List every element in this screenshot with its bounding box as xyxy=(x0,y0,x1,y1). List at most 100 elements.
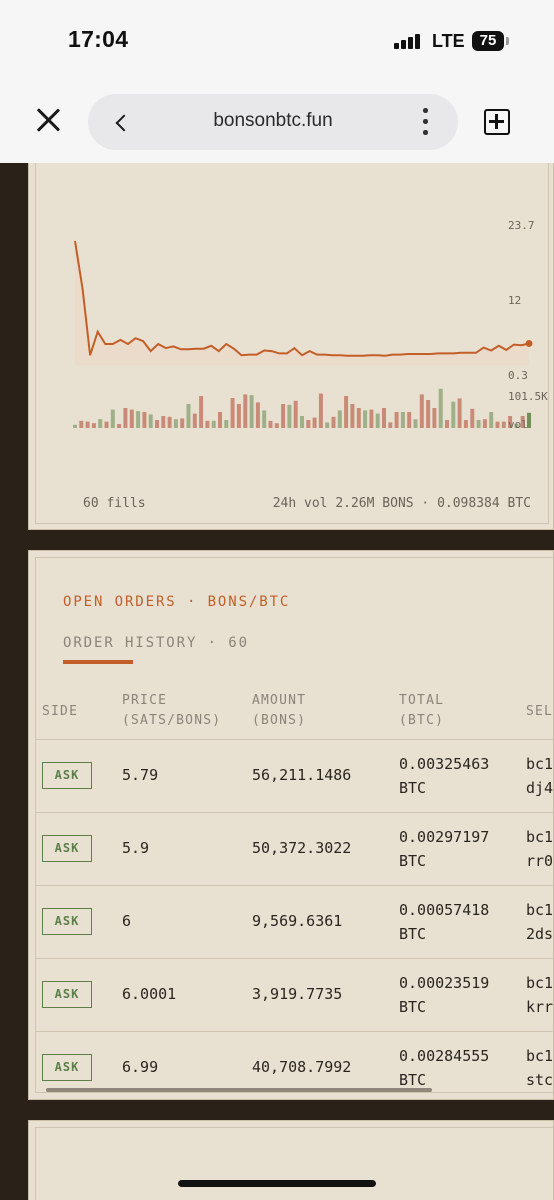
total-value: 0.00057418 xyxy=(399,901,490,919)
total-unit: BTC xyxy=(399,852,427,870)
volume-bar xyxy=(293,400,298,428)
col-amount: AMOUNT (BONS) xyxy=(252,691,306,731)
col-price-unit: (SATS/BONS) xyxy=(122,713,222,728)
horizontal-scrollbar[interactable] xyxy=(46,1088,432,1092)
total-unit: BTC xyxy=(399,779,427,797)
seller-cell[interactable]: bc1 krr xyxy=(526,971,553,1019)
volume-bar xyxy=(300,416,304,428)
tab-open-orders[interactable]: OPEN ORDERS · BONS/BTC xyxy=(63,594,290,610)
volume-bar xyxy=(476,420,481,428)
volume-bar xyxy=(426,400,431,428)
seller-cell[interactable]: bc1 stc xyxy=(526,1044,553,1092)
seller-addr-line1: bc1 xyxy=(526,1047,554,1065)
price-chart: 23.7 12 0.3 101.5K vol xyxy=(73,219,548,431)
table-row[interactable]: ASK 5.9 50,372.3022 0.00297197 BTC bc1 r… xyxy=(36,813,554,886)
y-tick-mid: 12 xyxy=(508,294,521,307)
volume-bar xyxy=(413,419,418,428)
volume-bar xyxy=(230,398,235,428)
volume-bar xyxy=(173,419,178,428)
volume-bar xyxy=(501,421,506,428)
volume-bar xyxy=(350,404,355,428)
volume-bar xyxy=(73,424,77,428)
volume-bar xyxy=(325,422,330,428)
table-row[interactable]: ASK 6.0001 3,919.7735 0.00023519 BTC bc1… xyxy=(36,959,554,1032)
seller-cell[interactable]: bc1 dj4 xyxy=(526,752,553,800)
volume-bar xyxy=(489,412,494,428)
total-unit: BTC xyxy=(399,998,427,1016)
close-icon[interactable] xyxy=(34,106,62,134)
volume-bar xyxy=(262,410,267,428)
total-value: 0.00297197 xyxy=(399,828,490,846)
seller-cell[interactable]: bc1 2ds xyxy=(526,898,553,946)
col-seller: SEL xyxy=(526,704,554,719)
new-tab-icon[interactable] xyxy=(484,109,510,135)
volume-bar xyxy=(382,408,386,428)
last-price-dot xyxy=(525,339,533,347)
side-badge: ASK xyxy=(42,835,92,862)
volume-bar xyxy=(249,395,254,428)
volume-bar xyxy=(129,409,134,428)
table-row[interactable]: ASK 6.99 40,708.7992 0.00284555 BTC bc1 … xyxy=(36,1032,554,1092)
home-indicator[interactable] xyxy=(178,1180,376,1187)
amount-cell: 3,919.7735 xyxy=(252,985,343,1003)
volume-bar xyxy=(161,416,166,428)
seller-addr-line2: 2ds xyxy=(526,925,554,943)
amount-cell: 50,372.3022 xyxy=(252,839,352,857)
volume-bar xyxy=(495,421,500,428)
y-tick-min: 0.3 xyxy=(508,369,528,382)
volume-bar xyxy=(337,410,342,428)
table-row[interactable]: ASK 6 9,569.6361 0.00057418 BTC bc1 2ds xyxy=(36,886,554,959)
col-amount-label: AMOUNT xyxy=(252,693,307,708)
volume-bar xyxy=(91,423,96,428)
volume-bar xyxy=(117,424,122,428)
total-value: 0.00284555 xyxy=(399,1047,490,1065)
volume-bar xyxy=(482,419,487,428)
y-tick-max: 23.7 xyxy=(508,219,535,232)
amount-cell: 9,569.6361 xyxy=(252,912,343,930)
fills-count: 60 fills xyxy=(83,496,146,511)
seller-addr-line1: bc1 xyxy=(526,974,554,992)
table-row[interactable]: ASK 5.79 56,211.1486 0.00325463 BTC bc1 … xyxy=(36,740,554,813)
volume-bar xyxy=(192,413,197,428)
more-options-icon[interactable] xyxy=(420,108,430,136)
col-price: PRICE (SATS/BONS) xyxy=(122,691,221,731)
volume-bar xyxy=(148,414,153,428)
url-text[interactable]: bonsonbtc.fun xyxy=(88,110,458,132)
total-value: 0.00023519 xyxy=(399,974,490,992)
total-unit: BTC xyxy=(399,925,427,943)
volume-bar xyxy=(432,408,437,428)
volume-summary: 24h vol 2.26M BONS · 0.098384 BTC xyxy=(272,496,531,511)
volume-bar xyxy=(218,412,222,428)
total-cell: 0.00284555 BTC xyxy=(399,1044,489,1092)
total-value: 0.00325463 xyxy=(399,755,490,773)
battery-tip xyxy=(506,37,509,45)
volume-bar xyxy=(407,412,412,428)
volume-bar xyxy=(470,408,475,428)
volume-bar xyxy=(167,416,172,428)
volume-bar xyxy=(306,420,311,428)
price-cell: 6.0001 xyxy=(122,985,177,1003)
volume-bar xyxy=(457,398,462,428)
side-badge: ASK xyxy=(42,908,92,935)
volume-bar xyxy=(123,408,128,428)
volume-bar xyxy=(268,420,273,428)
volume-bar xyxy=(224,420,229,428)
volume-bar xyxy=(243,394,248,428)
volume-bar xyxy=(274,423,279,428)
volume-bar xyxy=(205,420,210,428)
volume-bar xyxy=(344,396,349,428)
signal-icon xyxy=(394,34,420,49)
address-bar[interactable]: bonsonbtc.fun xyxy=(88,94,458,150)
side-badge: ASK xyxy=(42,1054,92,1081)
battery-icon: 75 xyxy=(472,31,504,51)
col-total-unit: (BTC) xyxy=(399,713,445,728)
seller-cell[interactable]: bc1 rr0 xyxy=(526,825,553,873)
tab-order-history[interactable]: ORDER HISTORY · 60 xyxy=(63,635,249,651)
vol-max-label: 101.5K xyxy=(508,390,548,403)
volume-bar xyxy=(463,420,468,428)
seller-addr-line1: bc1 xyxy=(526,901,554,919)
volume-bar xyxy=(400,412,405,428)
price-line xyxy=(74,240,530,357)
volume-bar xyxy=(79,420,84,428)
volume-bar xyxy=(369,409,374,428)
